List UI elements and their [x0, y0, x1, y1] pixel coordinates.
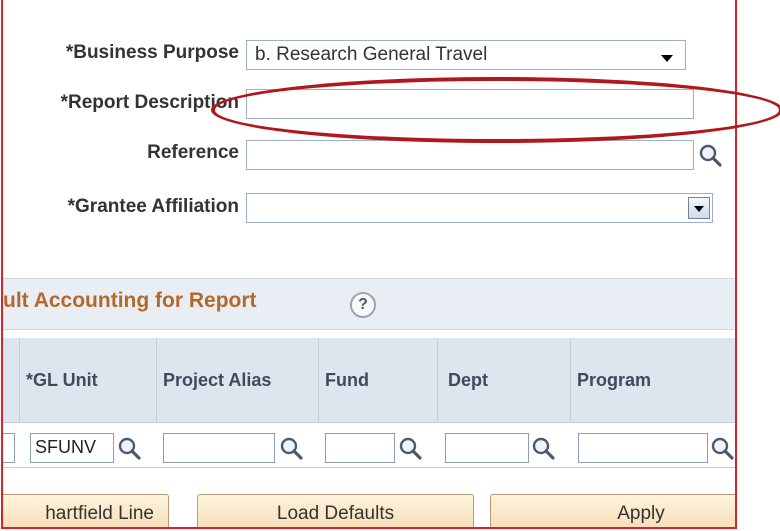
- search-icon[interactable]: [278, 436, 304, 462]
- project-alias-input[interactable]: [163, 433, 275, 463]
- fund-input[interactable]: [325, 433, 395, 463]
- search-icon[interactable]: [697, 143, 723, 169]
- grantee-affiliation-select[interactable]: [246, 193, 713, 223]
- copy-chartfield-line-button[interactable]: hartfield Line: [3, 494, 169, 527]
- report-description-label: *Report Description: [60, 92, 239, 113]
- search-icon[interactable]: [116, 436, 142, 462]
- section-title: ult Accounting for Report: [3, 289, 257, 312]
- load-defaults-button[interactable]: Load Defaults: [197, 494, 474, 527]
- grid-header-fund[interactable]: Fund: [319, 338, 438, 422]
- grid-header-cell: [3, 338, 20, 422]
- search-icon[interactable]: [530, 436, 556, 462]
- search-icon[interactable]: [397, 436, 423, 462]
- table-row: SFUNV: [3, 422, 735, 468]
- program-input[interactable]: [578, 433, 708, 463]
- chevron-down-icon: [694, 206, 704, 212]
- expense-report-panel: *Business Purpose b. Research General Tr…: [1, 0, 737, 529]
- grid-header-project-alias[interactable]: Project Alias: [157, 338, 319, 422]
- gl-unit-input[interactable]: SFUNV: [30, 433, 114, 463]
- business-purpose-label: *Business Purpose: [65, 42, 239, 63]
- chevron-down-icon: [661, 55, 673, 62]
- search-icon[interactable]: [709, 436, 735, 462]
- apply-button[interactable]: Apply: [490, 494, 735, 527]
- dept-input[interactable]: [445, 433, 529, 463]
- default-accounting-section: ult Accounting for Report ?: [3, 278, 735, 330]
- help-icon[interactable]: ?: [350, 292, 376, 318]
- reference-label: Reference: [147, 142, 239, 163]
- row-select-field[interactable]: [3, 433, 15, 463]
- business-purpose-value: b. Research General Travel: [255, 44, 488, 65]
- report-description-input[interactable]: [246, 89, 694, 119]
- business-purpose-select[interactable]: b. Research General Travel: [246, 40, 686, 70]
- reference-input[interactable]: [246, 140, 694, 170]
- grid-header-dept[interactable]: Dept: [438, 338, 571, 422]
- grid-header-gl-unit[interactable]: *GL Unit: [20, 338, 157, 422]
- grid-header-program[interactable]: Program: [571, 338, 735, 422]
- grantee-affiliation-label: *Grantee Affiliation: [67, 196, 239, 217]
- dropdown-button[interactable]: [688, 197, 710, 219]
